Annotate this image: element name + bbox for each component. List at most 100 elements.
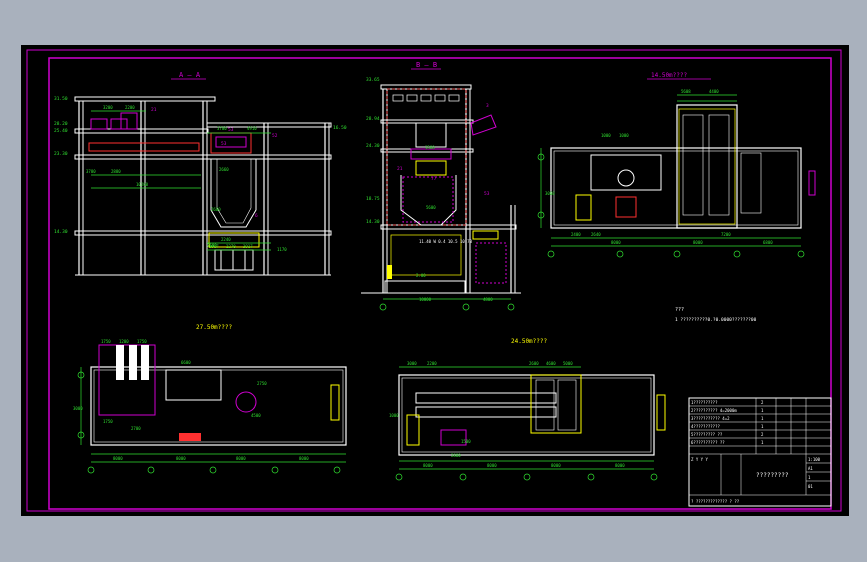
svg-text:16.50: 16.50 <box>333 125 347 131</box>
svg-text:1170: 1170 <box>277 247 287 252</box>
svg-text:2600: 2600 <box>529 361 539 366</box>
svg-text:6800: 6800 <box>763 240 773 245</box>
svg-text:3000: 3000 <box>407 361 417 366</box>
svg-text:5000: 5000 <box>563 361 573 366</box>
svg-text:1: 1 <box>761 416 764 421</box>
svg-text:6: 6 <box>255 213 258 219</box>
svg-text:7200: 7200 <box>721 232 731 237</box>
svg-text:8000: 8000 <box>615 463 625 468</box>
svg-text:23.30: 23.30 <box>54 151 68 157</box>
svg-text:5????????? ??: 5????????? ?? <box>691 432 723 437</box>
svg-text:4400: 4400 <box>709 89 719 94</box>
section-bb-title: B — B <box>416 61 437 69</box>
svg-text:14.30: 14.30 <box>366 219 380 225</box>
svg-text:3200: 3200 <box>103 105 113 110</box>
svg-text:2660: 2660 <box>219 167 229 172</box>
svg-text:2700: 2700 <box>131 426 141 431</box>
svg-text:Z Y Y Y: Z Y Y Y <box>691 457 708 462</box>
svg-text:2640: 2640 <box>591 232 601 237</box>
svg-text:1: 1 <box>808 475 811 480</box>
svg-text:10200: 10200 <box>136 182 149 187</box>
plan-2750-title: 27.50m???? <box>196 324 233 331</box>
svg-text:2200: 2200 <box>125 105 135 110</box>
svg-text:8000: 8000 <box>611 240 621 245</box>
svg-text:? ????????????? ? ??: ? ????????????? ? ?? <box>691 499 740 504</box>
svg-text:77: 77 <box>431 176 437 182</box>
drawing-viewport[interactable]: A — A 31.50 28.20 25.40 23.30 14.30 16.5… <box>21 45 849 516</box>
svg-text:53: 53 <box>221 141 227 147</box>
svg-text:3000: 3000 <box>73 406 83 411</box>
plan-2450-view[interactable]: 24.50m???? 3000 2200 2600 4600 5000 1500… <box>389 338 666 481</box>
svg-text:1200: 1200 <box>119 339 129 344</box>
svg-text:1??????????: 1?????????? <box>691 400 718 405</box>
svg-text:31.50: 31.50 <box>54 96 68 102</box>
plan-1450-title: 14.50m???? <box>651 72 688 79</box>
svg-text:8000: 8000 <box>176 456 186 461</box>
svg-text:6?????????? ??: 6?????????? ?? <box>691 440 725 445</box>
svg-text:3917: 3917 <box>243 244 253 249</box>
svg-text:33.65: 33.65 <box>366 77 380 83</box>
svg-text:8000: 8000 <box>113 456 123 461</box>
svg-text:2800: 2800 <box>451 453 461 458</box>
svg-text:A1: A1 <box>808 466 813 471</box>
svg-text:1000: 1000 <box>601 133 611 138</box>
svg-text:52: 52 <box>272 133 278 139</box>
drawing-name: ????????? <box>756 472 789 479</box>
svg-text:3000: 3000 <box>545 191 555 196</box>
svg-text:1: 1 <box>761 440 764 445</box>
svg-text:21: 21 <box>151 107 157 113</box>
svg-text:4???????????: 4??????????? <box>691 424 720 429</box>
plan-2750-view[interactable]: 27.50m???? 1750 1200 1750 6600 2750 1750 <box>73 324 347 474</box>
svg-text:11.40 W 0.4 10.5 10.70: 11.40 W 0.4 10.5 10.70 <box>419 239 473 244</box>
svg-text:4910: 4910 <box>247 126 257 131</box>
cad-drawing-canvas[interactable]: A — A 31.50 28.20 25.40 23.30 14.30 16.5… <box>21 45 849 516</box>
section-aa-title: A — A <box>179 71 201 79</box>
svg-text:2750: 2750 <box>257 381 267 386</box>
svg-text:8000: 8000 <box>693 240 703 245</box>
svg-text:8000: 8000 <box>236 456 246 461</box>
svg-text:14.30: 14.30 <box>54 229 68 235</box>
svg-text:2: 2 <box>761 400 764 405</box>
title-block[interactable]: 1?????????? 2?????????? 4=2000m 3???????… <box>688 397 832 507</box>
plan-2450-title: 24.50m???? <box>511 338 548 345</box>
svg-text:24.30: 24.30 <box>366 143 380 149</box>
section-aa-view[interactable]: A — A 31.50 28.20 25.40 23.30 14.30 16.5… <box>54 71 347 276</box>
svg-text:8000: 8000 <box>551 463 561 468</box>
svg-text:???: ??? <box>675 307 684 313</box>
section-bb-view[interactable]: B — B 33.65 28.94 24.30 18.75 14.30 1500… <box>361 61 521 311</box>
svg-text:2: 2 <box>761 432 764 437</box>
svg-text:21: 21 <box>397 166 403 172</box>
svg-text:1000: 1000 <box>389 413 399 418</box>
svg-text:1: 1 <box>761 408 764 413</box>
svg-text:2?????????? 4=2000m: 2?????????? 4=2000m <box>691 408 737 413</box>
plan-1450-view[interactable]: 14.50m???? 5608 4400 1000 1000 3000 2400… <box>537 72 816 258</box>
svg-text:25.40: 25.40 <box>54 128 68 134</box>
svg-text:2270: 2270 <box>226 244 236 249</box>
svg-text:1:100: 1:100 <box>808 457 821 462</box>
svg-text:10000: 10000 <box>419 297 432 302</box>
svg-text:53: 53 <box>228 127 234 133</box>
svg-text:2400: 2400 <box>571 232 581 237</box>
svg-text:5608: 5608 <box>681 89 691 94</box>
svg-text:1500: 1500 <box>461 439 471 444</box>
svg-text:1: 1 <box>761 424 764 429</box>
svg-text:4800: 4800 <box>483 297 493 302</box>
svg-text:2240: 2240 <box>221 237 231 242</box>
svg-text:2200: 2200 <box>427 361 437 366</box>
svg-text:1750: 1750 <box>103 419 113 424</box>
svg-text:5600: 5600 <box>426 205 436 210</box>
cad-window: A — A 31.50 28.20 25.40 23.30 14.30 16.5… <box>0 0 867 562</box>
svg-text:18.75: 18.75 <box>366 196 380 202</box>
svg-text:1750: 1750 <box>137 339 147 344</box>
svg-text:4600: 4600 <box>546 361 556 366</box>
svg-text:2880: 2880 <box>111 169 121 174</box>
svg-text:3780: 3780 <box>86 169 96 174</box>
svg-text:2.00: 2.00 <box>416 273 426 278</box>
notes-block: ??? 1 ??????????0.?0.0000???????00 <box>675 307 757 323</box>
svg-text:8000: 8000 <box>299 456 309 461</box>
svg-text:1000: 1000 <box>619 133 629 138</box>
svg-text:3??????????? 4=2: 3??????????? 4=2 <box>691 416 730 421</box>
svg-text:1 ??????????0.?0.0000???????00: 1 ??????????0.?0.0000???????00 <box>675 317 757 323</box>
svg-text:01: 01 <box>808 484 813 489</box>
svg-text:28.20: 28.20 <box>54 121 68 127</box>
